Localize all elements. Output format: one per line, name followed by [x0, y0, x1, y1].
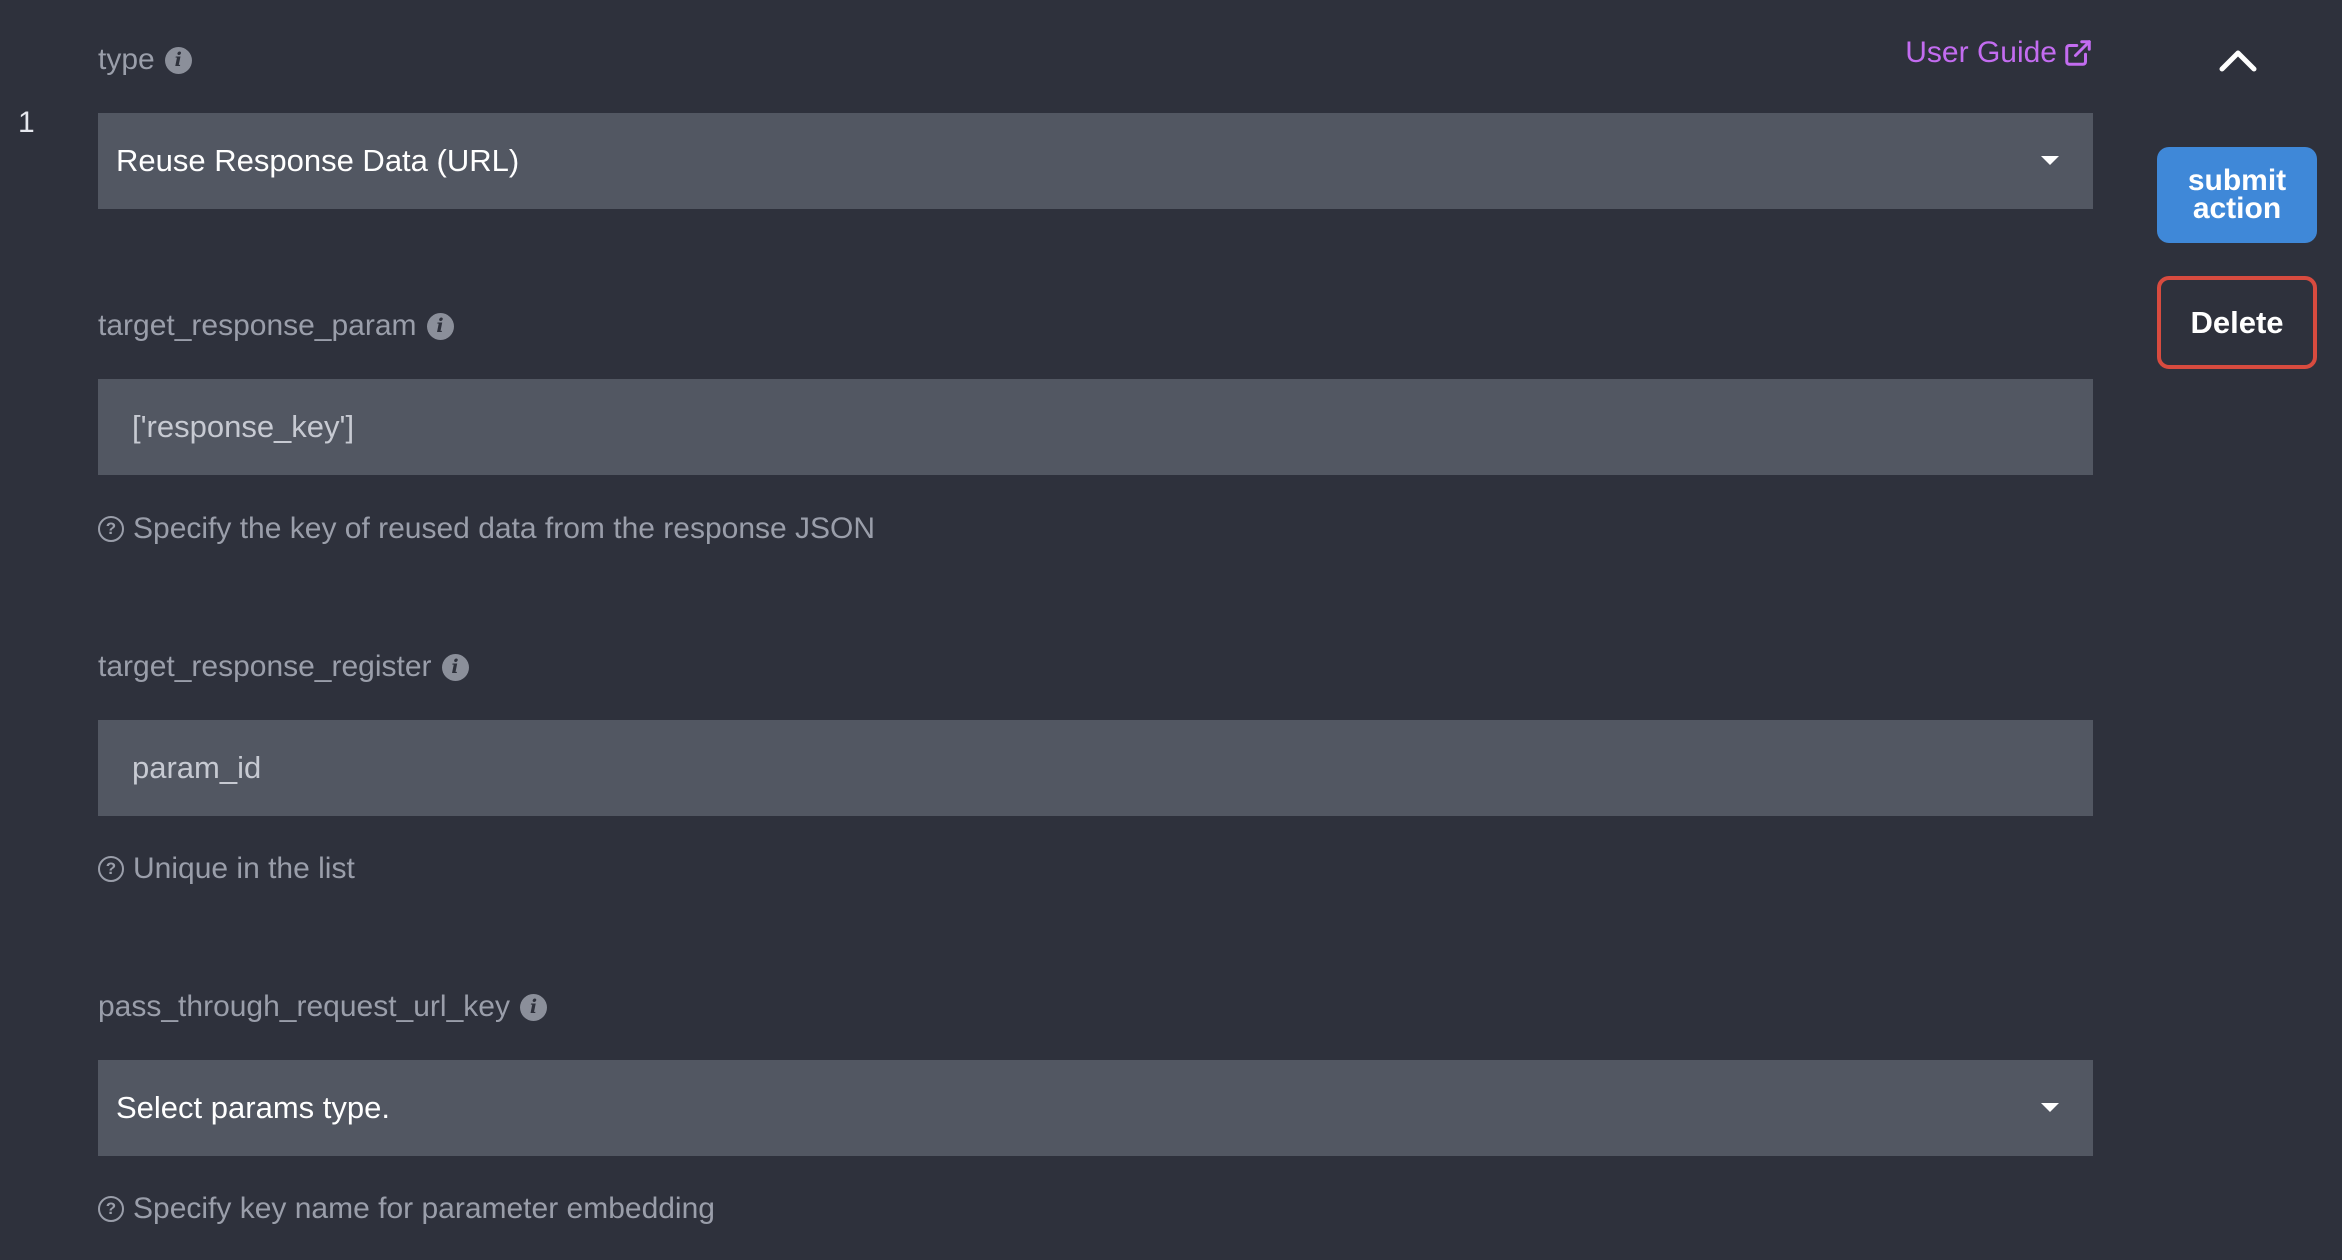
- target-response-register-label-row: target_response_register i: [98, 642, 469, 692]
- type-label: type: [98, 43, 155, 76]
- pass-through-request-url-key-label-row: pass_through_request_url_key i: [98, 982, 547, 1032]
- submit-action-button[interactable]: submit action: [2157, 147, 2317, 243]
- user-guide-link[interactable]: User Guide: [1905, 36, 2093, 70]
- target-response-param-placeholder: ['response_key']: [132, 409, 355, 444]
- info-icon[interactable]: i: [441, 653, 469, 681]
- target-response-register-placeholder: param_id: [132, 750, 262, 785]
- question-circle-icon: ?: [98, 1196, 124, 1222]
- collapse-button[interactable]: [2216, 42, 2260, 78]
- target-response-param-label-row: target_response_param i: [98, 301, 454, 351]
- question-circle-icon: ?: [98, 516, 124, 542]
- info-icon[interactable]: i: [164, 46, 192, 74]
- target-response-param-help: ? Specify the key of reused data from th…: [98, 507, 875, 551]
- target-response-register-help: ? Unique in the list: [98, 847, 355, 891]
- action-editor-panel: 1 type i User Guide Reuse Response Data …: [0, 0, 2342, 1260]
- type-select[interactable]: Reuse Response Data (URL): [98, 113, 2093, 209]
- pass-through-request-url-key-select[interactable]: Select params type.: [98, 1060, 2093, 1156]
- row-index: 1: [18, 106, 35, 139]
- external-link-icon: [2065, 40, 2091, 66]
- info-icon[interactable]: i: [426, 312, 454, 340]
- caret-down-icon: [2041, 156, 2059, 165]
- target-response-register-help-text: Unique in the list: [133, 852, 355, 885]
- pass-through-request-url-key-label: pass_through_request_url_key: [98, 990, 510, 1023]
- chevron-up-icon: [2219, 50, 2257, 72]
- target-response-param-label: target_response_param: [98, 309, 417, 342]
- info-icon[interactable]: i: [519, 993, 547, 1021]
- target-response-register-input[interactable]: param_id: [98, 720, 2093, 816]
- pass-through-request-url-key-value: Select params type.: [116, 1090, 390, 1125]
- target-response-param-help-text: Specify the key of reused data from the …: [133, 512, 876, 545]
- delete-button[interactable]: Delete: [2157, 276, 2317, 369]
- caret-down-icon: [2041, 1103, 2059, 1112]
- pass-through-request-url-key-help-text: Specify key name for parameter embedding: [133, 1192, 715, 1225]
- question-circle-icon: ?: [98, 856, 124, 882]
- target-response-register-label: target_response_register: [98, 650, 432, 683]
- type-label-row: type i: [98, 35, 192, 85]
- type-select-value: Reuse Response Data (URL): [116, 143, 520, 178]
- user-guide-label: User Guide: [1905, 36, 2057, 69]
- pass-through-request-url-key-help: ? Specify key name for parameter embeddi…: [98, 1187, 715, 1231]
- target-response-param-input[interactable]: ['response_key']: [98, 379, 2093, 475]
